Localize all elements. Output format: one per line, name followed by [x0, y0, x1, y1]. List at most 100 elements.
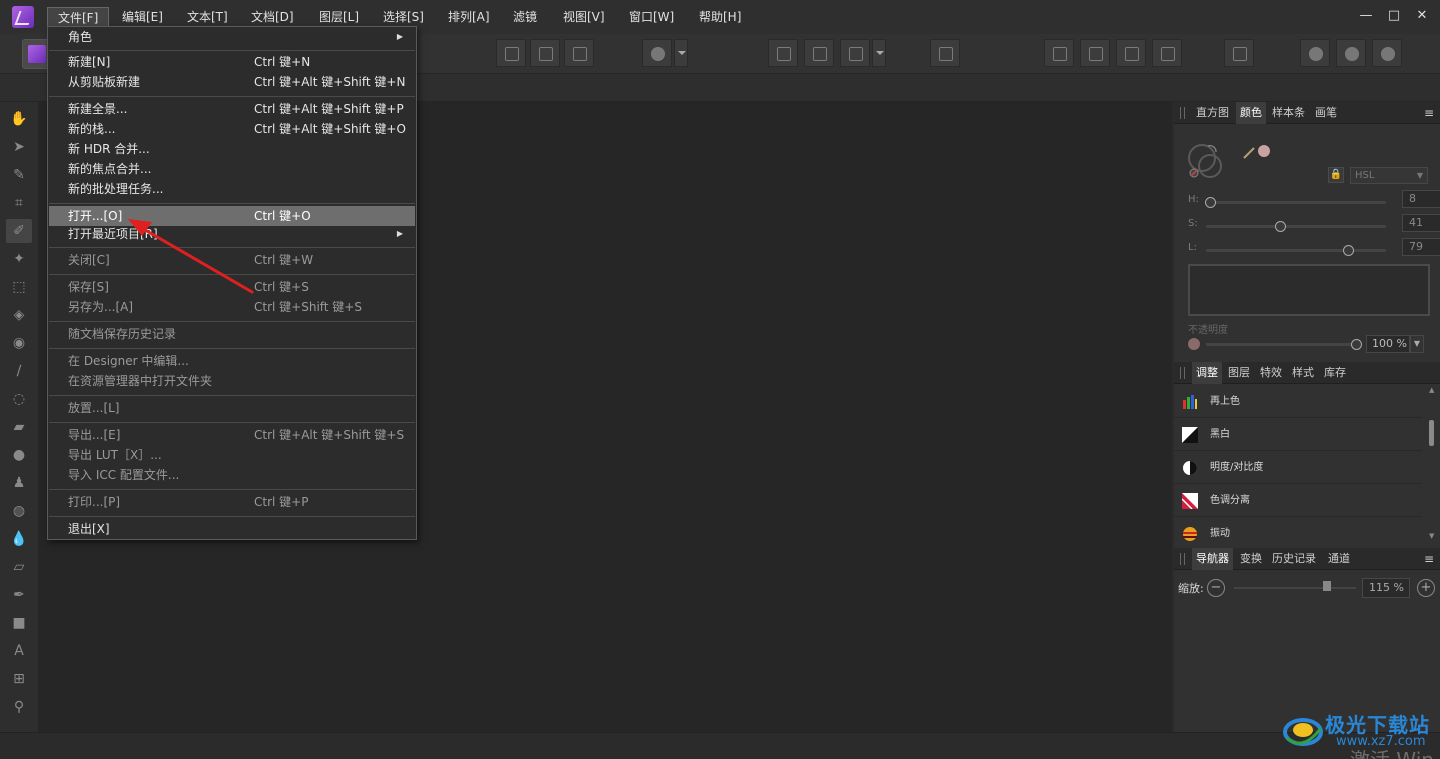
hue-slider[interactable]	[1204, 197, 1386, 208]
text-tool-icon[interactable]: A	[10, 642, 28, 660]
deselect-icon[interactable]	[530, 39, 560, 67]
maximize-button[interactable]: □	[1383, 6, 1405, 26]
tab-history[interactable]: 历史记录	[1268, 548, 1320, 570]
move-tool-icon[interactable]: ➤	[10, 138, 28, 156]
adjustments-scrollbar[interactable]: ▲ ▼	[1427, 386, 1437, 548]
opacity-slider-knob[interactable]	[1351, 339, 1362, 350]
flood-select-tool-icon[interactable]: ✦	[10, 250, 28, 268]
color-mode-select[interactable]: HSL ▼	[1350, 167, 1428, 184]
menu-edit[interactable]: 编辑[E]	[112, 7, 173, 27]
menu-item-save[interactable]: 保存[S] Ctrl 键+S	[49, 277, 415, 297]
arrange-front-icon[interactable]	[1152, 39, 1182, 67]
scrollbar-thumb[interactable]	[1429, 420, 1434, 446]
flood-fill-tool-icon[interactable]: ◈	[10, 306, 28, 324]
panel-grip-icon[interactable]	[1180, 107, 1185, 119]
menu-select[interactable]: 选择[S]	[373, 7, 434, 27]
menu-text[interactable]: 文本[T]	[177, 7, 238, 27]
mesh-warp-tool-icon[interactable]: ⊞	[10, 670, 28, 688]
tab-channels[interactable]: 通道	[1324, 548, 1354, 570]
menu-item-new-panorama[interactable]: 新建全景... Ctrl 键+Alt 键+Shift 键+P	[49, 99, 415, 119]
menu-item-open-recent[interactable]: 打开最近项目[R] ▶	[49, 224, 415, 244]
tab-styles[interactable]: 样式	[1288, 362, 1318, 384]
snapping-dropdown-icon[interactable]	[872, 39, 886, 67]
sharpen-tool-icon[interactable]: 💧	[10, 530, 28, 548]
lightness-slider-knob[interactable]	[1343, 245, 1355, 256]
mask-trash-icon[interactable]	[930, 39, 960, 67]
menu-item-print[interactable]: 打印...[P] Ctrl 键+P	[49, 492, 415, 512]
lightness-input[interactable]: 79	[1402, 238, 1440, 256]
menu-file[interactable]: 文件[F]	[47, 7, 110, 27]
scroll-up-icon[interactable]: ▲	[1429, 386, 1434, 394]
panel-grip-icon[interactable]	[1180, 367, 1185, 379]
menu-item-import-icc[interactable]: 导入 ICC 配置文件...	[49, 465, 415, 485]
menu-item-open[interactable]: 打开...[O] Ctrl 键+O	[49, 206, 415, 226]
zoom-in-icon[interactable]: +	[1417, 579, 1435, 597]
zoom-input[interactable]: 115 %	[1362, 578, 1410, 598]
arrange-back-icon[interactable]	[1044, 39, 1074, 67]
tab-transform[interactable]: 变换	[1236, 548, 1266, 570]
gradient-tool-icon[interactable]: ◉	[10, 334, 28, 352]
list-item[interactable]: 振动	[1174, 518, 1422, 548]
opacity-input[interactable]: 100 %	[1366, 335, 1410, 353]
menu-item-place[interactable]: 放置...[L]	[49, 398, 415, 418]
boolean-subtract-icon[interactable]	[1336, 39, 1366, 67]
menu-item-new-stack[interactable]: 新的栈... Ctrl 键+Alt 键+Shift 键+O	[49, 119, 415, 139]
tab-swatches[interactable]: 样本条	[1268, 102, 1309, 124]
zoom-tool-icon[interactable]: ⚲	[10, 698, 28, 716]
menu-item-new-batch-job[interactable]: 新的批处理任务...	[49, 179, 415, 199]
align-icon[interactable]	[1224, 39, 1254, 67]
menu-help[interactable]: 帮助[H]	[689, 7, 751, 27]
panel-menu-icon[interactable]: ≡	[1424, 551, 1434, 567]
menu-item-edit-in-designer[interactable]: 在 Designer 中编辑...	[49, 351, 415, 371]
panel-menu-icon[interactable]: ≡	[1424, 105, 1434, 121]
hue-input[interactable]: 8	[1402, 190, 1440, 208]
quick-mask-icon[interactable]	[642, 39, 672, 67]
menu-item-close[interactable]: 关闭[C] Ctrl 键+W	[49, 250, 415, 270]
list-item[interactable]: 黑白	[1174, 419, 1422, 451]
menu-item-save-as[interactable]: 另存为...[A] Ctrl 键+Shift 键+S	[49, 297, 415, 317]
grid-icon[interactable]	[768, 39, 798, 67]
tab-color[interactable]: 颜色	[1236, 102, 1266, 124]
menu-item-persona[interactable]: 角色 ▶	[49, 27, 415, 47]
rectangle-tool-icon[interactable]: ■	[10, 614, 28, 632]
menu-arrange[interactable]: 排列[A]	[438, 7, 500, 27]
assistant-icon[interactable]	[804, 39, 834, 67]
select-all-icon[interactable]	[496, 39, 526, 67]
selection-brush-tool-icon[interactable]: ✐	[6, 219, 32, 243]
erase-tool-icon[interactable]: ▰	[10, 418, 28, 436]
opacity-dropdown-icon[interactable]: ▼	[1410, 335, 1424, 353]
saturation-slider-knob[interactable]	[1274, 221, 1286, 232]
arrange-forward-icon[interactable]	[1116, 39, 1146, 67]
arrange-backward-icon[interactable]	[1080, 39, 1110, 67]
zoom-slider-knob[interactable]	[1322, 581, 1331, 591]
menu-view[interactable]: 视图[V]	[553, 7, 615, 27]
tab-effects[interactable]: 特效	[1256, 362, 1286, 384]
dodge-tool-icon[interactable]: ◌	[10, 390, 28, 408]
menu-item-open-in-explorer[interactable]: 在资源管理器中打开文件夹	[49, 371, 415, 391]
minimize-button[interactable]: —	[1355, 6, 1377, 26]
boolean-add-icon[interactable]	[1300, 39, 1330, 67]
menu-item-new-from-clipboard[interactable]: 从剪贴板新建 Ctrl 键+Alt 键+Shift 键+N	[49, 72, 415, 92]
fill-stroke-icon[interactable]	[1186, 140, 1286, 180]
boolean-intersect-icon[interactable]	[1372, 39, 1402, 67]
hue-slider-knob[interactable]	[1204, 197, 1216, 208]
menu-item-quit[interactable]: 退出[X]	[49, 519, 415, 539]
menu-item-new-hdr-merge[interactable]: 新 HDR 合并...	[49, 139, 415, 159]
tab-brushes[interactable]: 画笔	[1311, 102, 1341, 124]
red-eye-tool-icon[interactable]: ◍	[10, 502, 28, 520]
scroll-down-icon[interactable]: ▼	[1429, 532, 1434, 540]
menu-item-new[interactable]: 新建[N] Ctrl 键+N	[49, 52, 415, 72]
tab-navigator[interactable]: 导航器	[1192, 548, 1233, 570]
saturation-input[interactable]: 41	[1402, 214, 1440, 232]
menu-item-export-lut[interactable]: 导出 LUT［X］...	[49, 445, 415, 465]
quick-mask-dropdown-icon[interactable]	[674, 39, 688, 67]
crop-tool-icon[interactable]: ⌗	[10, 194, 28, 212]
tab-stock[interactable]: 库存	[1320, 362, 1350, 384]
menu-document[interactable]: 文档[D]	[241, 7, 304, 27]
healing-tool-icon[interactable]: ▱	[10, 558, 28, 576]
menu-filters[interactable]: 滤镜	[503, 7, 547, 27]
clone-tool-icon[interactable]: ♟	[10, 474, 28, 492]
saturation-slider[interactable]	[1206, 221, 1386, 232]
tab-layers[interactable]: 图层	[1224, 362, 1254, 384]
menu-item-export[interactable]: 导出...[E] Ctrl 键+Alt 键+Shift 键+S	[49, 425, 415, 445]
